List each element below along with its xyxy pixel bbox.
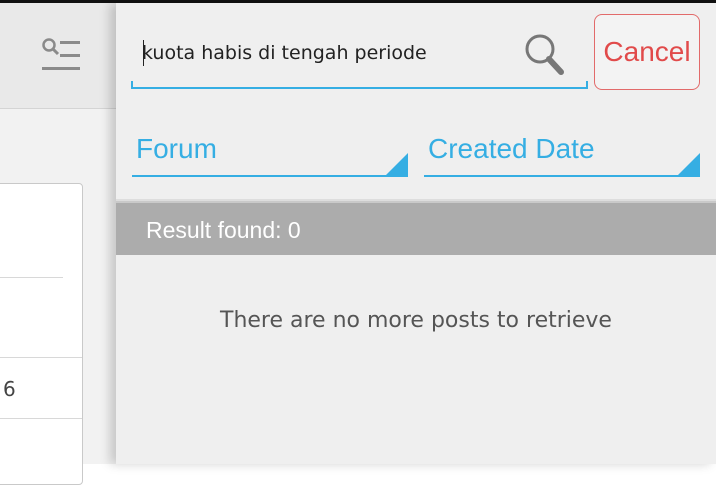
forum-dropdown-label: Forum [136, 133, 217, 164]
search-input[interactable]: kuota habis di tengah periode [142, 39, 502, 67]
search-panel: kuota habis di tengah periode Cancel For… [116, 3, 716, 464]
card-divider [0, 418, 82, 419]
card-number: 6 [3, 377, 16, 401]
dropdown-arrow-icon [384, 153, 408, 177]
search-input-underline [131, 81, 588, 89]
dropdown-arrow-icon [676, 153, 700, 177]
created-date-dropdown[interactable]: Created Date [424, 131, 700, 177]
result-count-text: Result found: 0 [146, 217, 301, 243]
created-date-dropdown-label: Created Date [428, 133, 595, 164]
cancel-button[interactable]: Cancel [594, 14, 700, 90]
text-cursor [143, 40, 144, 66]
forum-dropdown-underline [132, 175, 408, 177]
search-menu-icon[interactable] [40, 37, 82, 75]
empty-results-message: There are no more posts to retrieve [220, 308, 612, 333]
result-count-bar: Result found: 0 [116, 203, 716, 255]
forum-dropdown[interactable]: Forum [132, 131, 408, 177]
search-icon[interactable] [520, 31, 570, 81]
background-header [0, 3, 130, 109]
background-card: 6 [0, 183, 83, 485]
background-app: 6 [0, 3, 130, 485]
card-divider [0, 357, 82, 358]
card-divider [0, 277, 63, 278]
created-date-dropdown-underline [424, 175, 700, 177]
